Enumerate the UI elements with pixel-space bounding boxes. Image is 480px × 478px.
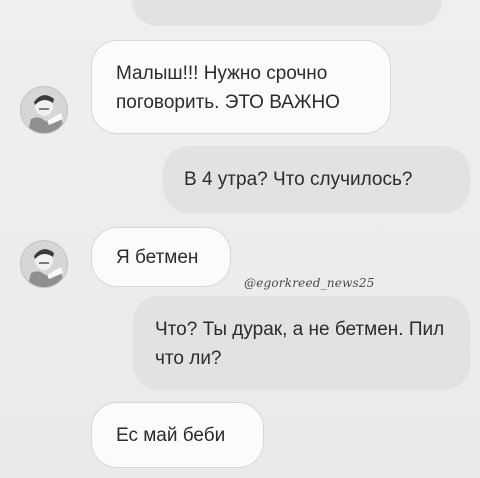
watermark-text: @egorkreed_news25: [244, 276, 375, 290]
contact-avatar[interactable]: [20, 240, 68, 288]
user-photo-icon: [21, 241, 67, 287]
message-text: Что? Ты дурак, а не бетмен. Пил что ли?: [155, 319, 445, 369]
message-bubble-outgoing[interactable]: В 4 утра? Что случилось?: [163, 146, 470, 213]
message-bubble-incoming[interactable]: Ес май беби: [91, 402, 264, 468]
message-bubble-incoming[interactable]: Малыш!!! Нужно срочно поговорить. ЭТО ВА…: [91, 40, 391, 134]
contact-avatar[interactable]: [20, 86, 68, 134]
message-text: Малыш!!! Нужно срочно поговорить. ЭТО ВА…: [116, 63, 340, 113]
message-bubble-outgoing[interactable]: Что? Ты дурак, а не бетмен. Пил что ли?: [133, 296, 470, 390]
user-photo-icon: [21, 87, 67, 133]
message-bubble-incoming[interactable]: Я бетмен: [91, 227, 231, 287]
chat-screen: Малыш!!! Нужно срочно поговорить. ЭТО ВА…: [0, 0, 480, 478]
message-text: Я бетмен: [116, 247, 199, 268]
previous-message-bubble[interactable]: [132, 0, 442, 26]
message-text: Ес май беби: [116, 425, 226, 446]
message-text: В 4 утра? Что случилось?: [184, 169, 413, 190]
